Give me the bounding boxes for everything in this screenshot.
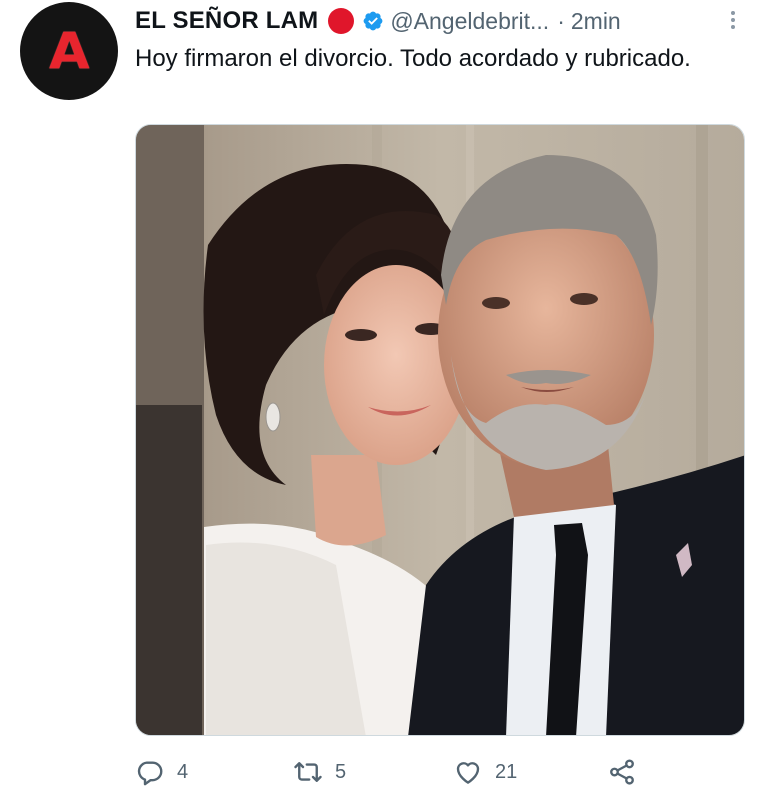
tweet-actions: 4 5 21	[135, 752, 745, 792]
timestamp[interactable]: 2min	[571, 8, 621, 35]
display-name[interactable]: EL SEÑOR LAM	[135, 7, 318, 35]
retweet-button[interactable]: 5	[293, 752, 346, 792]
user-handle[interactable]: @Angeldebrit...	[390, 8, 549, 35]
tweet-text: Hoy firmaron el divorcio. Todo acordado …	[135, 45, 691, 72]
retweet-icon	[294, 762, 322, 782]
share-button[interactable]	[607, 752, 637, 792]
verified-badge-icon	[363, 11, 383, 31]
like-count: 21	[495, 760, 518, 783]
avatar-letter: A	[48, 22, 90, 80]
red-circle-emoji	[328, 8, 355, 34]
tweet-card[interactable]: A EL SEÑOR LAM @Angeldebrit... · 2min Ho…	[0, 0, 767, 807]
share-icon	[610, 759, 634, 785]
separator-dot: ·	[557, 7, 565, 34]
retweet-count: 5	[335, 760, 347, 783]
photo-couple-illustration	[136, 125, 744, 735]
more-vertical-icon[interactable]	[727, 6, 739, 34]
heart-icon	[456, 762, 480, 784]
reply-count: 4	[177, 760, 189, 783]
tweet-photo[interactable]	[135, 124, 745, 736]
avatar[interactable]: A	[20, 2, 118, 100]
reply-icon	[137, 761, 163, 786]
like-button[interactable]: 21	[453, 752, 517, 792]
reply-button[interactable]: 4	[135, 752, 188, 792]
tweet-header: EL SEÑOR LAM @Angeldebrit... · 2min	[135, 4, 621, 38]
